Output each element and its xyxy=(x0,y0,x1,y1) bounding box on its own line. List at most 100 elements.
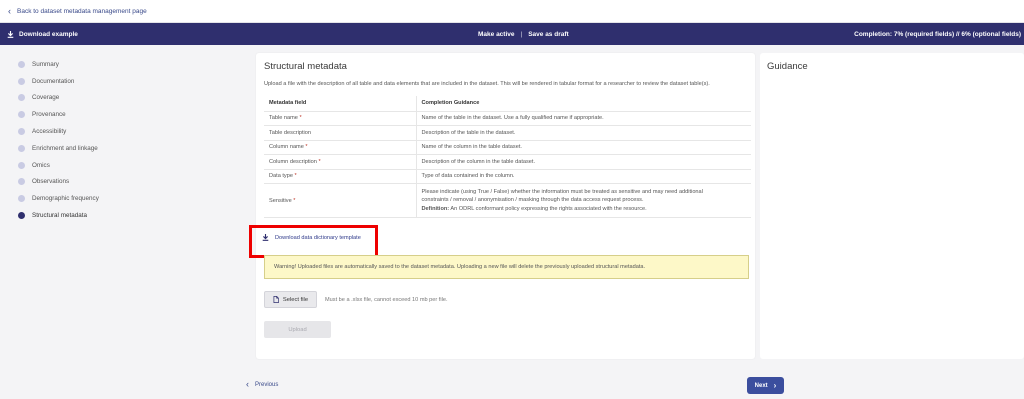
guidance-cell: Description of the column in the table d… xyxy=(415,154,751,170)
download-example-button[interactable]: Download example xyxy=(7,30,78,38)
column-header-field: Metadata field xyxy=(264,96,416,112)
chevron-left-icon: ‹ xyxy=(246,379,249,389)
field-name: Table name xyxy=(269,115,298,122)
make-active-button[interactable]: Make active xyxy=(478,31,515,38)
completion-status: Completion: 7% (required fields) // 6% (… xyxy=(854,30,1021,38)
definition-text: An ODRL conformant policy expressing the… xyxy=(449,205,647,212)
field-name: Table description xyxy=(269,129,311,136)
sidebar-item-label: Provenance xyxy=(32,111,66,119)
sidebar-item-enrichment[interactable]: Enrichment and linkage xyxy=(18,140,238,157)
next-button[interactable]: Next › xyxy=(747,377,784,394)
step-dot-icon xyxy=(18,144,25,152)
sidebar-item-label: Structural metadata xyxy=(32,212,87,220)
save-draft-button[interactable]: Save as draft xyxy=(528,31,568,38)
structural-metadata-panel: Structural metadata Upload a file with t… xyxy=(249,53,755,359)
action-separator: | xyxy=(520,30,523,38)
guidance-cell: Description of the table in the dataset. xyxy=(415,125,751,141)
sidebar-item-label: Documentation xyxy=(32,77,75,85)
step-dot-icon xyxy=(18,111,25,119)
file-select-row: Select file Must be a .xlsx file, cannot… xyxy=(264,291,448,308)
back-link-label: Back to dataset metadata management page xyxy=(17,7,147,15)
required-marker: * xyxy=(318,158,321,165)
step-dot-icon xyxy=(18,128,25,136)
guidance-line: constraints / removal / anonymisation / … xyxy=(421,197,644,204)
sidebar-item-label: Coverage xyxy=(32,94,60,102)
required-marker: * xyxy=(294,173,297,180)
download-template-link[interactable]: Download data dictionary template xyxy=(262,234,361,241)
sidebar-item-accessibility[interactable]: Accessibility xyxy=(18,123,238,140)
next-label: Next xyxy=(754,382,768,389)
download-icon xyxy=(7,30,14,38)
chevron-left-icon: ‹ xyxy=(8,5,11,16)
previous-label: Previous xyxy=(255,381,279,388)
select-file-label: Select file xyxy=(282,296,309,303)
guidance-cell: Name of the table in the dataset. Use a … xyxy=(415,111,751,126)
field-cell: Sensitive * xyxy=(264,183,416,218)
upload-button[interactable]: Upload xyxy=(264,321,331,338)
sidebar-item-observations[interactable]: Observations xyxy=(18,174,238,191)
page-description: Upload a file with the description of al… xyxy=(264,81,710,87)
sidebar-item-omics[interactable]: Omics xyxy=(18,157,238,174)
field-name: Data type xyxy=(269,173,293,180)
chevron-right-icon: › xyxy=(773,381,777,390)
top-bar: ‹ Back to dataset metadata management pa… xyxy=(0,0,1024,23)
table-row: Table description Description of the tab… xyxy=(264,125,751,141)
sidebar-item-label: Demographic frequency xyxy=(32,195,99,203)
field-cell: Table name * xyxy=(264,111,416,126)
table-row: Sensitive * Please indicate (using True … xyxy=(264,183,751,218)
required-marker: * xyxy=(293,197,296,204)
field-name: Column description xyxy=(269,158,317,165)
field-name: Sensitive xyxy=(269,197,292,204)
sidebar-item-summary[interactable]: Summary xyxy=(18,56,238,73)
sidebar-item-demographic[interactable]: Demographic frequency xyxy=(18,190,238,207)
definition-line: Definition: An ODRL conformant policy ex… xyxy=(422,205,747,213)
step-dot-icon xyxy=(18,77,25,85)
action-buttons: Make active | Save as draft xyxy=(478,31,569,38)
step-dot-active-icon xyxy=(18,212,25,220)
highlight-box xyxy=(249,225,378,258)
section-nav: Summary Documentation Coverage Provenanc… xyxy=(18,56,238,224)
sidebar-item-coverage[interactable]: Coverage xyxy=(18,90,238,107)
download-template-label: Download data dictionary template xyxy=(275,234,361,241)
sidebar-item-label: Accessibility xyxy=(32,128,67,136)
page-title: Structural metadata xyxy=(264,61,347,72)
step-dot-icon xyxy=(18,195,25,203)
select-file-button[interactable]: Select file xyxy=(264,291,317,308)
guidance-line: Please indicate (using True / False) whe… xyxy=(421,188,703,195)
step-dot-icon xyxy=(18,60,25,68)
back-link[interactable]: ‹ Back to dataset metadata management pa… xyxy=(8,5,147,16)
guidance-title: Guidance xyxy=(767,61,808,72)
guidance-panel: Guidance xyxy=(760,53,1024,359)
sidebar-item-provenance[interactable]: Provenance xyxy=(18,106,238,123)
required-marker: * xyxy=(299,115,302,122)
table-row: Column name * Name of the column in the … xyxy=(264,140,751,155)
download-example-label: Download example xyxy=(19,30,78,38)
warning-banner: Warning! Uploaded files are automaticall… xyxy=(264,255,749,279)
guidance-cell: Please indicate (using True / False) whe… xyxy=(415,183,751,218)
table-row: Data type * Type of data contained in th… xyxy=(264,169,751,184)
table-row: Column description * Description of the … xyxy=(264,154,751,170)
sidebar-item-label: Summary xyxy=(32,60,59,68)
metadata-table: Metadata field Completion Guidance Table… xyxy=(264,96,751,218)
action-bar: Download example Make active | Save as d… xyxy=(0,23,1024,45)
required-marker: * xyxy=(305,144,308,151)
field-cell: Table description xyxy=(264,125,416,141)
definition-label: Definition: xyxy=(421,205,450,212)
sidebar-item-label: Observations xyxy=(32,178,70,186)
previous-button[interactable]: ‹ Previous xyxy=(246,380,278,389)
step-dot-icon xyxy=(18,94,25,102)
sidebar-item-structural[interactable]: Structural metadata xyxy=(18,207,238,224)
sidebar-item-label: Enrichment and linkage xyxy=(32,144,98,152)
sidebar-item-documentation[interactable]: Documentation xyxy=(18,73,238,90)
field-cell: Column name * xyxy=(264,140,416,155)
sidebar-item-label: Omics xyxy=(32,161,50,169)
file-icon xyxy=(273,296,279,303)
step-dot-icon xyxy=(18,161,25,169)
guidance-cell: Type of data contained in the column. xyxy=(415,169,751,184)
step-dot-icon xyxy=(18,178,25,186)
guidance-cell: Name of the column in the table dataset. xyxy=(415,140,751,155)
field-name: Column name xyxy=(269,144,304,151)
download-icon xyxy=(262,234,269,241)
table-row: Table name * Name of the table in the da… xyxy=(264,111,751,126)
table-header-row: Metadata field Completion Guidance xyxy=(264,96,751,112)
